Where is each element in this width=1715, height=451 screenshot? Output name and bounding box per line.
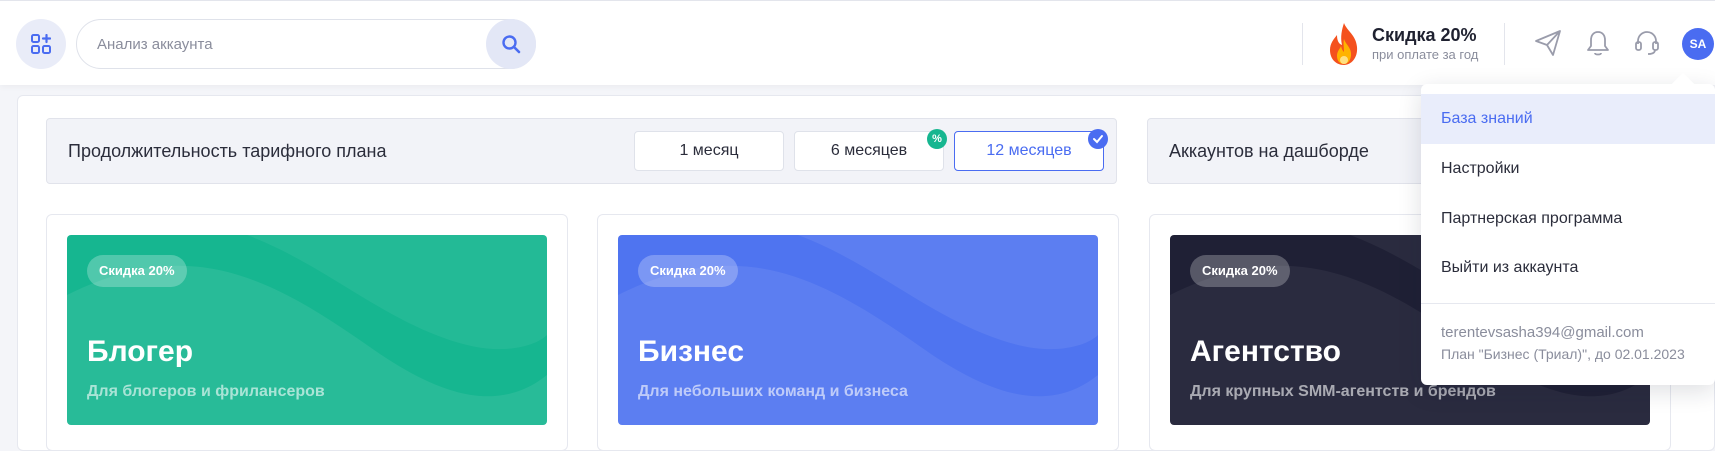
promo-subtitle: при оплате за год bbox=[1372, 47, 1479, 62]
discount-percent-icon: % bbox=[927, 129, 947, 149]
plan-subtitle: Для крупных SMM-агентств и брендов bbox=[1190, 383, 1496, 400]
menu-item-logout[interactable]: Выйти из аккаунта bbox=[1421, 243, 1715, 293]
plan-subtitle: Для небольших команд и бизнеса bbox=[638, 383, 908, 400]
plan-hero: Скидка 20% Бизнес Для небольших команд и… bbox=[618, 235, 1098, 425]
duration-selector: Продолжительность тарифного плана 1 меся… bbox=[46, 118, 1117, 184]
send-icon bbox=[1535, 30, 1561, 56]
accounts-label: Аккаунтов на дашборде bbox=[1169, 141, 1369, 161]
apps-grid-icon bbox=[31, 34, 51, 54]
notifications-button[interactable] bbox=[1582, 27, 1614, 59]
plan-title: Агентство bbox=[1190, 335, 1342, 368]
search-bar bbox=[76, 19, 536, 69]
menu-divider bbox=[1421, 303, 1715, 304]
period-6-months[interactable]: 6 месяцев bbox=[794, 131, 944, 171]
duration-label: Продолжительность тарифного плана bbox=[68, 141, 387, 161]
support-icon bbox=[1635, 31, 1659, 55]
header-divider bbox=[1504, 23, 1505, 65]
promo-text: Скидка 20% при оплате за год bbox=[1372, 24, 1478, 64]
plan-title: Бизнес bbox=[638, 335, 745, 368]
bell-icon bbox=[1587, 31, 1609, 56]
promo-banner[interactable]: Скидка 20% при оплате за год bbox=[1324, 19, 1494, 69]
account-email: terentevsasha394@gmail.com bbox=[1441, 324, 1644, 341]
search-input[interactable] bbox=[97, 20, 457, 68]
promo-title: Скидка 20% bbox=[1372, 25, 1477, 45]
search-icon bbox=[502, 35, 521, 54]
plan-card-business[interactable]: Скидка 20% Бизнес Для небольших команд и… bbox=[597, 214, 1119, 451]
plan-hero: Скидка 20% Блогер Для блогеров и фриланс… bbox=[67, 235, 547, 425]
apps-grid-button[interactable] bbox=[16, 19, 66, 69]
send-button[interactable] bbox=[1532, 27, 1564, 59]
account-plan: План "Бизнес (Триал)", до 02.01.2023 bbox=[1441, 346, 1685, 362]
menu-item-knowledge-base[interactable]: База знаний bbox=[1421, 94, 1715, 144]
discount-badge: Скидка 20% bbox=[87, 255, 187, 287]
checkmark-icon bbox=[1088, 129, 1108, 149]
support-button[interactable] bbox=[1631, 27, 1663, 59]
avatar[interactable]: SA bbox=[1682, 28, 1714, 60]
discount-badge: Скидка 20% bbox=[1190, 255, 1290, 287]
period-12-months[interactable]: 12 месяцев bbox=[954, 131, 1104, 171]
discount-badge: Скидка 20% bbox=[638, 255, 738, 287]
plan-subtitle: Для блогеров и фрилансеров bbox=[87, 383, 325, 400]
menu-item-settings[interactable]: Настройки bbox=[1421, 144, 1715, 194]
header-divider bbox=[1302, 23, 1303, 65]
plan-card-blogger[interactable]: Скидка 20% Блогер Для блогеров и фриланс… bbox=[46, 214, 568, 451]
fire-icon bbox=[1330, 23, 1358, 65]
menu-item-partner-program[interactable]: Партнерская программа bbox=[1421, 194, 1715, 244]
period-1-month[interactable]: 1 месяц bbox=[634, 131, 784, 171]
account-dropdown-menu: База знаний Настройки Партнерская програ… bbox=[1421, 84, 1715, 385]
plan-title: Блогер bbox=[87, 335, 194, 368]
search-button[interactable] bbox=[486, 19, 536, 69]
top-header: Скидка 20% при оплате за год SA bbox=[0, 0, 1715, 85]
